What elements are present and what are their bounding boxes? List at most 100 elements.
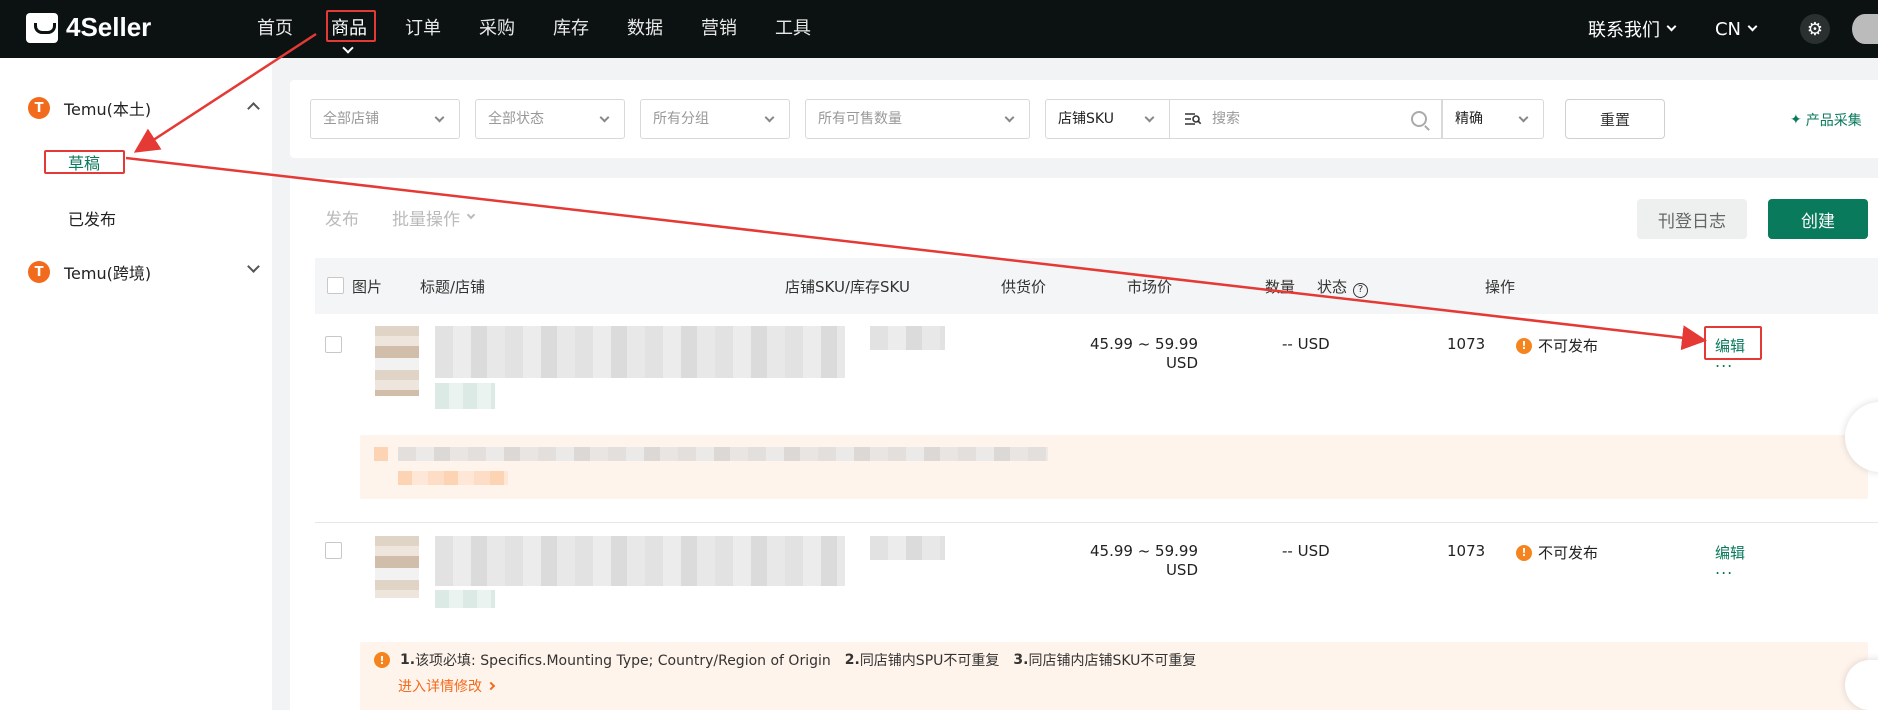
group-select[interactable]: 所有分组 — [640, 99, 790, 139]
product-collect-link[interactable]: ✦ 产品采集 — [1790, 110, 1862, 130]
nav-item-products[interactable]: 商品 — [312, 0, 386, 58]
row-divider — [315, 522, 1878, 523]
reset-button[interactable]: 重置 — [1565, 99, 1665, 139]
header-sku: 店铺SKU/库存SKU — [785, 278, 910, 296]
chevron-down-icon — [1666, 21, 1677, 32]
help-icon[interactable]: ? — [1353, 283, 1369, 298]
store-select-value: 全部店铺 — [323, 111, 379, 127]
status-badge: ! 不可发布 — [1516, 542, 1598, 563]
sku-type-value: 店铺SKU — [1058, 111, 1114, 127]
supply-price-currency: USD — [1165, 354, 1198, 372]
publish-button[interactable]: 发布 — [325, 205, 359, 230]
product-title-blurred[interactable] — [435, 326, 845, 378]
nav-item-home[interactable]: 首页 — [238, 0, 312, 58]
nav-item-inventory[interactable]: 库存 — [534, 0, 608, 58]
nav-item-purchase[interactable]: 采购 — [460, 0, 534, 58]
search-input[interactable]: 搜索 — [1170, 99, 1442, 139]
market-price: -- USD — [1282, 335, 1330, 353]
warning-part-2: 同店铺内SPU不可重复 — [859, 653, 1000, 669]
warning-message: ! 1. 该项必填: Specifics.Mounting Type; Count… — [374, 650, 1196, 670]
chevron-down-icon — [1144, 112, 1155, 123]
header-actions: 操作 — [1485, 278, 1516, 296]
row-checkbox[interactable] — [325, 542, 342, 559]
brand-logo[interactable]: 4Seller — [26, 12, 151, 43]
table-header: 图片 标题/店铺 店铺SKU/库存SKU 供货价 市场价 数量 状态? 操作 — [315, 258, 1878, 314]
warning-part-1: 该项必填: Specifics.Mounting Type; Country/R… — [415, 653, 831, 669]
product-list-panel: 发布 批量操作 刊登日志 创建 图片 标题/店铺 店铺SKU/库存SKU 供货价… — [290, 178, 1878, 710]
product-image[interactable] — [375, 326, 419, 396]
edit-details-label: 进入详情修改 — [398, 679, 482, 695]
nav-item-marketing[interactable]: 营销 — [682, 0, 756, 58]
market-price: -- USD — [1282, 542, 1330, 560]
main-nav: 首页 商品 订单 采购 库存 数据 营销 工具 — [238, 0, 830, 58]
warning-icon: ! — [1516, 337, 1532, 354]
batch-actions-label: 批量操作 — [392, 210, 460, 230]
header-status-label: 状态 — [1317, 278, 1348, 296]
create-button[interactable]: 创建 — [1768, 199, 1868, 239]
quantity-select[interactable]: 所有可售数量 — [805, 99, 1030, 139]
sidebar-item-draft[interactable]: 草稿 — [68, 150, 100, 174]
match-select[interactable]: 精确 — [1442, 99, 1544, 139]
top-nav-bar: 4Seller 首页 商品 订单 采购 库存 数据 营销 工具 联系我们 CN … — [0, 0, 1878, 58]
warning-icon: ! — [1516, 544, 1532, 561]
warning-text-blurred — [398, 447, 1048, 461]
chevron-down-icon — [342, 42, 354, 54]
supply-price: 45.99 ~ 59.99 USD — [1090, 335, 1198, 373]
contact-us-label: 联系我们 — [1587, 20, 1660, 41]
store-select[interactable]: 全部店铺 — [310, 99, 460, 139]
avatar[interactable] — [1852, 14, 1878, 44]
sparkle-icon: ✦ — [1790, 112, 1802, 128]
product-image[interactable] — [375, 536, 419, 598]
status-text: 不可发布 — [1538, 544, 1599, 562]
chevron-down-icon — [1747, 21, 1758, 32]
row-warning-strip: ! 1. 该项必填: Specifics.Mounting Type; Count… — [360, 642, 1868, 710]
sku-type-select[interactable]: 店铺SKU — [1045, 99, 1170, 139]
header-quantity: 数量 — [1265, 278, 1296, 296]
gear-icon[interactable]: ⚙ — [1800, 14, 1830, 44]
batch-actions-menu[interactable]: 批量操作 — [392, 205, 476, 230]
sku-blurred — [870, 536, 945, 560]
more-actions-button[interactable]: ... — [1715, 559, 1733, 578]
status-badge: ! 不可发布 — [1516, 335, 1598, 356]
header-supply-price: 供货价 — [1001, 278, 1047, 296]
language-label: CN — [1714, 18, 1741, 40]
nav-item-orders[interactable]: 订单 — [386, 0, 460, 58]
warning-blurred-icon — [374, 447, 388, 461]
store-name-blurred — [435, 590, 495, 608]
row-checkbox[interactable] — [325, 336, 342, 353]
warning-part-3: 同店铺内店铺SKU不可重复 — [1028, 653, 1197, 669]
supply-price-range: 45.99 ~ 59.99 — [1090, 335, 1198, 353]
language-menu[interactable]: CN — [1714, 18, 1758, 40]
sidebar-group-temu-cross[interactable]: T Temu(跨境) — [28, 260, 260, 284]
supply-price: 45.99 ~ 59.99 USD — [1090, 542, 1198, 580]
sidebar-group-label: Temu(本土) — [64, 100, 152, 119]
sidebar-item-published[interactable]: 已发布 — [68, 206, 116, 230]
status-select[interactable]: 全部状态 — [475, 99, 625, 139]
supply-price-currency: USD — [1165, 561, 1198, 579]
contact-us-menu[interactable]: 联系我们 — [1587, 16, 1677, 42]
chevron-down-icon — [434, 112, 445, 123]
search-icon[interactable] — [1411, 111, 1427, 127]
warning-link-blurred — [398, 471, 508, 485]
top-right-menu: 联系我们 CN ⚙ — [1588, 0, 1878, 58]
nav-item-tools[interactable]: 工具 — [756, 0, 830, 58]
nav-item-data[interactable]: 数据 — [608, 0, 682, 58]
supply-price-range: 45.99 ~ 59.99 — [1090, 542, 1198, 560]
select-all-checkbox[interactable] — [327, 277, 344, 294]
product-title-blurred[interactable] — [435, 536, 845, 586]
warning-num-1: 1. — [400, 652, 416, 668]
temu-badge-icon: T — [28, 97, 50, 119]
nav-item-products-label: 商品 — [331, 18, 367, 39]
more-actions-button[interactable]: ... — [1715, 352, 1733, 371]
header-image: 图片 — [352, 278, 383, 296]
sidebar-group-label: Temu(跨境) — [64, 264, 152, 283]
chevron-down-icon — [599, 112, 610, 123]
sidebar-group-temu-local[interactable]: T Temu(本土) — [28, 96, 260, 120]
chevron-down-icon — [1004, 112, 1015, 123]
store-name-blurred — [435, 383, 495, 409]
row-warning-strip — [360, 435, 1868, 499]
chevron-down-icon — [764, 112, 775, 123]
publish-log-button[interactable]: 刊登日志 — [1637, 199, 1747, 239]
warning-num-2: 2. — [844, 652, 860, 668]
edit-details-link[interactable]: 进入详情修改 — [398, 676, 496, 696]
